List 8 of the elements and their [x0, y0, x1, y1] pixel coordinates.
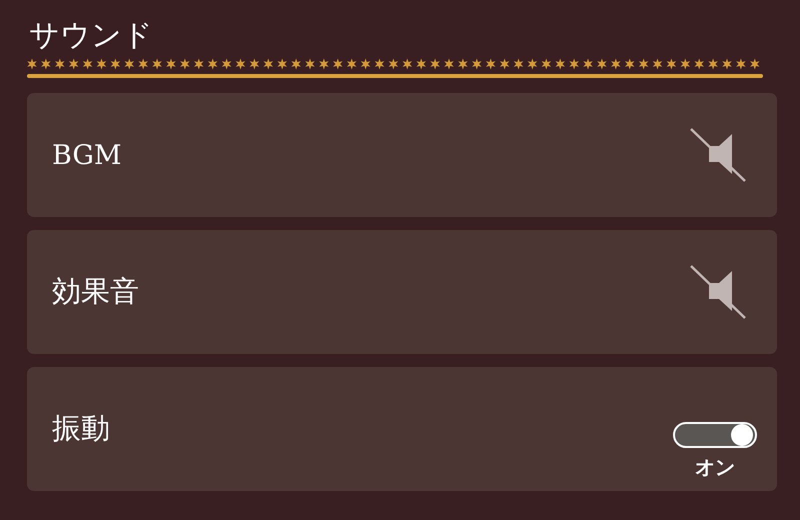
section-title: サウンド — [28, 17, 154, 55]
toggle-caption: オン — [695, 454, 735, 480]
toggle-switch[interactable] — [673, 422, 757, 448]
muted-speaker-icon[interactable] — [689, 126, 747, 184]
setting-label: BGM — [52, 140, 122, 170]
setting-label: 効果音 — [52, 273, 139, 310]
setting-label: 振動 — [52, 410, 110, 447]
muted-speaker-icon[interactable] — [689, 263, 747, 321]
